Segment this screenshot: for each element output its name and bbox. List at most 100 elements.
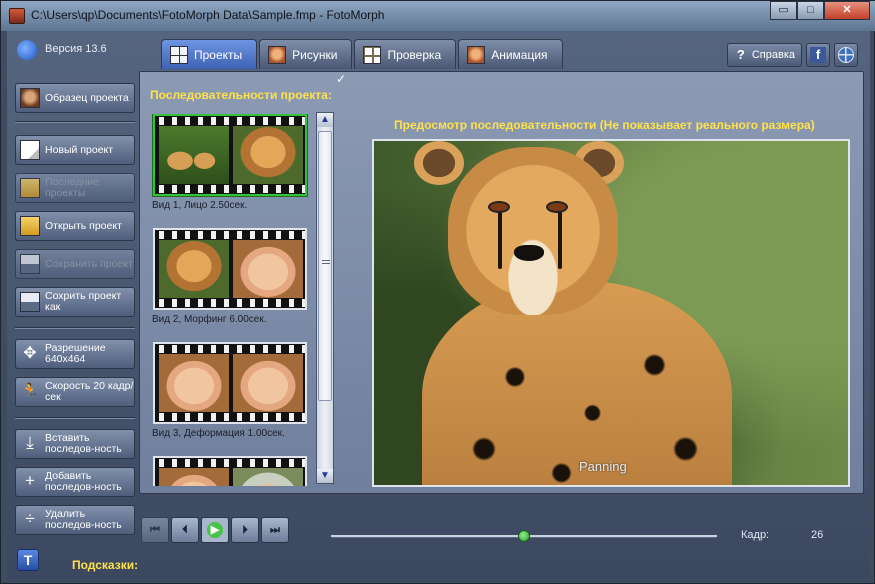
animation-icon: [467, 45, 486, 64]
sequence-item[interactable]: [150, 456, 310, 486]
film-perforation: [155, 345, 305, 353]
sequence-thumbnail[interactable]: [153, 342, 307, 424]
cheetah-nose: [514, 245, 544, 261]
cheetah-tear-mark: [498, 211, 502, 269]
divider: [15, 417, 135, 419]
playback-controls: ⏮ ⏴ ▶ ⏵ ⏭: [141, 517, 289, 547]
save-project-button[interactable]: Сохранить проект: [15, 249, 135, 279]
client-area: Версия 13.6 Проекты Рисунки Проверка Ани…: [7, 31, 870, 579]
sidebar-label: Разрешение 640x464: [45, 342, 106, 365]
sequence-scrollbar[interactable]: ▲ ▼: [316, 112, 334, 484]
new-document-icon: [20, 140, 40, 160]
sequences-title: Последовательности проекта:: [150, 88, 332, 102]
help-icon: ?: [736, 47, 745, 62]
insert-sequence-button[interactable]: ⤓ Вставить последов-ность: [15, 429, 135, 459]
tab-label: Проекты: [194, 47, 243, 62]
add-sequence-button[interactable]: + Добавить последов-ность: [15, 467, 135, 497]
first-frame-button[interactable]: ⏮: [141, 517, 169, 543]
maximize-button[interactable]: □: [797, 1, 824, 20]
sequence-item[interactable]: Вид 2, Морфинг 6.00сек.: [150, 228, 310, 325]
version-label: Версия 13.6: [45, 43, 107, 55]
frame-value: 26: [811, 529, 824, 541]
scroll-down-arrow-icon[interactable]: ▼: [317, 469, 333, 483]
fotomorph-app-icon[interactable]: [9, 8, 25, 24]
cheetah-body-image: [422, 281, 732, 485]
facebook-button[interactable]: f: [806, 43, 830, 67]
delete-sequence-button[interactable]: ÷ Удалить последов-ность: [15, 505, 135, 535]
cheetah-eye: [488, 201, 510, 213]
film-perforation: [155, 459, 305, 467]
main-tabs: Проекты Рисунки Проверка Анимация: [161, 39, 563, 71]
film-perforation: [155, 185, 305, 193]
window-title: C:\Users\qp\Documents\FotoMorph Data\Sam…: [31, 8, 385, 22]
start-frame-image: [159, 468, 229, 486]
sidebar-label: Добавить последов-ность: [45, 470, 122, 493]
projects-panel: ✓ Последовательности проекта: Вид 1, Лиц…: [139, 71, 864, 494]
face-icon: [268, 45, 287, 64]
divider: [15, 327, 135, 329]
save-icon: [20, 254, 40, 274]
sidebar-label: Вставить последов-ность: [45, 432, 122, 455]
check-grid-icon: [363, 45, 382, 64]
recent-folder-icon: [20, 178, 40, 198]
help-label: Справка: [751, 49, 795, 61]
hints-toggle-button[interactable]: T: [17, 549, 39, 571]
frame-slider[interactable]: [331, 530, 717, 542]
sidebar-label: Новый проект: [45, 143, 114, 156]
sequence-caption: Вид 3, Деформация 1.00сек.: [152, 428, 285, 439]
sequence-caption: Вид 2, Морфинг 6.00сек.: [152, 314, 267, 325]
film-perforation: [155, 231, 305, 239]
sample-project-button[interactable]: Образец проекта: [15, 83, 135, 113]
sequence-thumbnail[interactable]: [153, 228, 307, 310]
resolution-button[interactable]: ✥ Разрешение 640x464: [15, 339, 135, 369]
save-as-icon: [20, 292, 40, 312]
last-frame-button[interactable]: ⏭: [261, 517, 289, 543]
sidebar-label: Удалить последов-ность: [45, 508, 122, 531]
close-button[interactable]: ✕: [824, 1, 870, 20]
resize-arrows-icon: ✥: [23, 345, 37, 362]
top-right-toolbar: ? Справка f: [726, 43, 858, 67]
sequence-thumbnail[interactable]: [153, 114, 307, 196]
tab-projects[interactable]: Проекты: [161, 39, 258, 69]
film-perforation: [155, 117, 305, 125]
website-button[interactable]: [834, 43, 858, 67]
slider-knob[interactable]: [518, 530, 530, 542]
open-project-button[interactable]: Открыть проект: [15, 211, 135, 241]
previous-frame-button[interactable]: ⏴: [171, 517, 199, 543]
frame-label: Кадр:: [741, 529, 770, 541]
facebook-icon: f: [810, 47, 826, 63]
title-bar[interactable]: C:\Users\qp\Documents\FotoMorph Data\Sam…: [1, 1, 875, 31]
sequence-list[interactable]: Вид 1, Лицо 2.50сек. Вид 2, Морфинг 6.00…: [150, 114, 312, 486]
end-frame-image: [233, 126, 303, 184]
scroll-up-arrow-icon[interactable]: ▲: [317, 113, 333, 127]
play-button[interactable]: ▶: [201, 517, 229, 543]
sequence-item[interactable]: Вид 1, Лицо 2.50сек.: [150, 114, 310, 211]
tab-animation[interactable]: Анимация: [458, 39, 563, 69]
grid-icon: [170, 45, 188, 64]
add-icon: +: [25, 471, 35, 490]
end-frame-image: [233, 354, 303, 412]
sidebar-label: Образец проекта: [45, 91, 129, 104]
scroll-thumb[interactable]: [318, 131, 332, 401]
divider: [15, 121, 135, 123]
running-man-icon: 🏃: [20, 383, 40, 400]
sequence-thumbnail[interactable]: [153, 456, 307, 486]
tab-label: Проверка: [387, 47, 442, 62]
tab-review[interactable]: Проверка: [354, 39, 457, 69]
new-project-button[interactable]: Новый проект: [15, 135, 135, 165]
next-frame-button[interactable]: ⏵: [231, 517, 259, 543]
help-button[interactable]: ? Справка: [726, 43, 802, 67]
film-perforation: [155, 299, 305, 307]
save-project-as-button[interactable]: Сохрить проект как: [15, 287, 135, 317]
speed-button[interactable]: 🏃 Скорость 20 кадр/сек: [15, 377, 135, 407]
start-frame-image: [159, 126, 229, 184]
portrait-icon: [20, 88, 40, 108]
fotomorph-logo-icon: [17, 40, 37, 60]
end-frame-image: [233, 468, 303, 486]
tab-images[interactable]: Рисунки: [259, 39, 353, 69]
sequence-item[interactable]: Вид 3, Деформация 1.00сек.: [150, 342, 310, 439]
recent-projects-button[interactable]: Последние проекты: [15, 173, 135, 203]
sidebar-label: Скорость 20 кадр/сек: [45, 380, 134, 403]
end-frame-image: [233, 240, 303, 298]
minimize-button[interactable]: ▭: [770, 1, 797, 20]
